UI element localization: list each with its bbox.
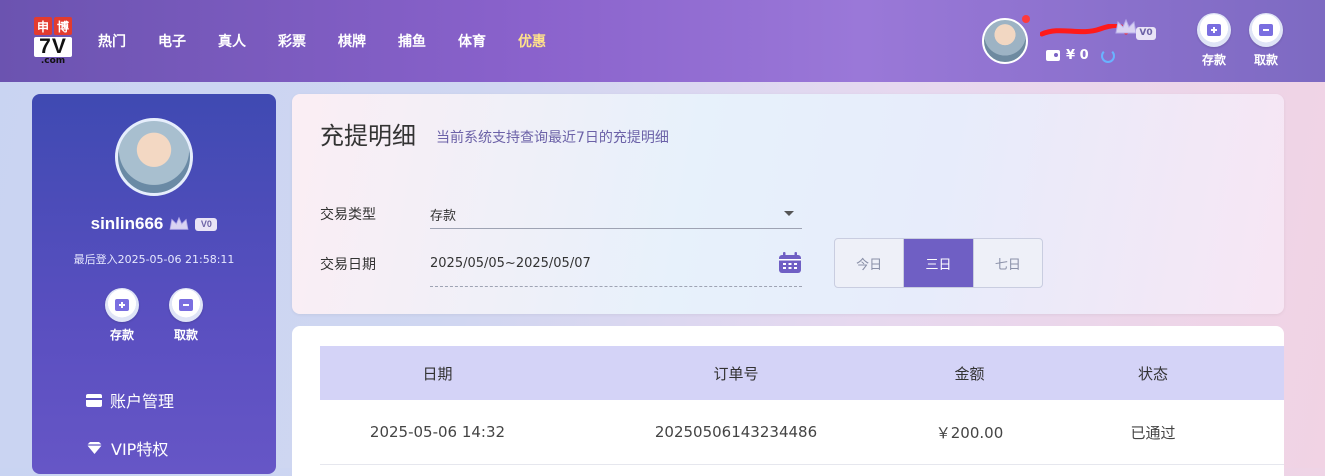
- main-nav: 热门 电子 真人 彩票 棋牌 捕鱼 体育 优惠: [98, 31, 578, 51]
- nav-item-fishing[interactable]: 捕鱼: [398, 31, 458, 51]
- calendar-icon[interactable]: [778, 252, 802, 274]
- header-avatar[interactable]: [982, 18, 1028, 64]
- transaction-date-label: 交易日期: [320, 257, 376, 273]
- transaction-table-panel: 日期 订单号 金额 状态 2025-05-06 14:32 2025050614…: [292, 326, 1284, 476]
- range-seven-days-button[interactable]: 七日: [972, 239, 1042, 287]
- notification-dot: [1022, 15, 1030, 23]
- column-header-order: 订单号: [713, 364, 759, 383]
- sidebar-withdraw-label: 取款: [173, 328, 198, 342]
- refresh-icon[interactable]: [1100, 48, 1115, 63]
- logo-main-text: 7V: [34, 36, 72, 57]
- date-range-value: 2025/05/05~2025/05/07: [430, 256, 591, 271]
- column-header-amount: 金额: [954, 364, 985, 383]
- card-icon: [86, 393, 102, 407]
- deposit-icon: [105, 288, 139, 322]
- header-deposit-button[interactable]: 存款: [1194, 13, 1234, 68]
- withdraw-icon: [169, 288, 203, 322]
- wallet-balance: ¥ 0: [1046, 48, 1115, 63]
- top-bar: 申 博 7V .com 热门 电子 真人 彩票 棋牌 捕鱼 体育 优惠 V0 ¥…: [0, 0, 1325, 82]
- vip-level-badge: V0: [195, 217, 218, 231]
- date-range-quick-select: 今日 三日 七日: [834, 238, 1043, 288]
- crown-icon: [169, 216, 189, 230]
- sidebar-withdraw-button[interactable]: 取款: [166, 288, 206, 343]
- sidebar-item-account[interactable]: 账户管理: [86, 388, 174, 412]
- nav-item-sports[interactable]: 体育: [458, 31, 518, 51]
- last-login-time: 最后登入2025-05-06 21:58:11: [73, 253, 235, 266]
- account-sidebar: sinlin666 V0 最后登入2025-05-06 21:58:11 存款 …: [32, 94, 276, 474]
- page-title: 充提明细: [320, 122, 416, 150]
- cell-order-number: 20250506143234486: [654, 423, 818, 441]
- sidebar-deposit-button[interactable]: 存款: [102, 288, 142, 343]
- user-avatar[interactable]: [115, 118, 193, 196]
- transaction-type-value: 存款: [430, 209, 457, 224]
- balance-amount: ¥ 0: [1066, 48, 1089, 63]
- cell-date: 2025-05-06 14:32: [369, 423, 506, 441]
- nav-item-chess[interactable]: 棋牌: [338, 31, 398, 51]
- header-withdraw-button[interactable]: 取款: [1246, 13, 1286, 68]
- sidebar-deposit-label: 存款: [109, 328, 134, 342]
- logo-char-2: 博: [54, 17, 72, 35]
- nav-item-hot[interactable]: 热门: [98, 31, 158, 51]
- range-three-days-button[interactable]: 三日: [903, 239, 973, 287]
- logo-char-1: 申: [34, 17, 52, 35]
- site-logo[interactable]: 申 博 7V .com: [34, 17, 72, 66]
- sidebar-item-label: 账户管理: [110, 392, 175, 411]
- header-deposit-label: 存款: [1201, 53, 1226, 67]
- nav-item-live[interactable]: 真人: [218, 31, 278, 51]
- sidebar-item-vip[interactable]: VIP特权: [86, 436, 168, 460]
- chevron-down-icon: [784, 211, 794, 216]
- table-row[interactable]: 2025-05-06 14:32 20250506143234486 ￥200.…: [320, 400, 1284, 465]
- header-withdraw-label: 取款: [1253, 53, 1278, 67]
- sidebar-item-label: VIP特权: [111, 440, 169, 459]
- diamond-icon: [87, 442, 102, 454]
- range-today-button[interactable]: 今日: [835, 239, 903, 287]
- deposit-icon: [1197, 13, 1231, 47]
- nav-item-promotions[interactable]: 优惠: [518, 31, 578, 51]
- page-subtitle: 当前系统支持查询最近7日的充提明细: [436, 130, 669, 146]
- date-range-input[interactable]: 2025/05/05~2025/05/07: [430, 246, 802, 287]
- nav-item-lottery[interactable]: 彩票: [278, 31, 338, 51]
- vip-level-badge: V0: [1136, 27, 1156, 40]
- column-header-date: 日期: [422, 364, 453, 383]
- column-header-status: 状态: [1137, 364, 1168, 383]
- cell-status: 已通过: [1130, 423, 1176, 442]
- table-header: 日期 订单号 金额 状态: [320, 346, 1284, 400]
- cell-amount: ￥200.00: [935, 423, 1004, 442]
- transaction-filter-panel: 充提明细 当前系统支持查询最近7日的充提明细 交易类型 存款 交易日期 2025…: [292, 94, 1284, 314]
- username: sinlin666: [90, 214, 164, 233]
- withdraw-icon: [1249, 13, 1283, 47]
- transaction-type-label: 交易类型: [320, 207, 376, 223]
- transaction-type-select[interactable]: 存款: [430, 196, 802, 229]
- wallet-icon: [1046, 50, 1060, 61]
- crown-icon: [1115, 18, 1137, 34]
- nav-item-electronic[interactable]: 电子: [158, 31, 218, 51]
